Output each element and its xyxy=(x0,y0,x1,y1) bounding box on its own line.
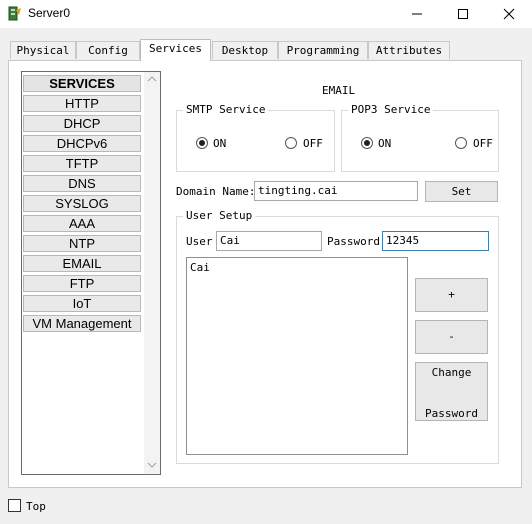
service-http[interactable]: HTTP xyxy=(23,95,141,112)
remove-user-button[interactable]: - xyxy=(415,320,488,354)
change-password-line1: Change xyxy=(431,366,472,379)
smtp-on-radio[interactable] xyxy=(196,137,208,149)
user-setup-title: User Setup xyxy=(183,209,256,222)
tab-services[interactable]: Services xyxy=(140,39,211,61)
pop3-on-radio[interactable] xyxy=(361,137,373,149)
minimize-button[interactable] xyxy=(394,0,440,28)
services-header: SERVICES xyxy=(23,75,141,92)
pop3-on-label: ON xyxy=(378,137,392,150)
smtp-service-title: SMTP Service xyxy=(183,103,269,116)
domain-name-input[interactable]: tingting.cai xyxy=(254,181,418,201)
pop3-off-label: OFF xyxy=(473,137,493,150)
user-list-item[interactable]: Cai xyxy=(190,261,210,274)
change-password-button[interactable]: Change Password xyxy=(415,362,488,421)
app-icon xyxy=(8,6,22,22)
service-email[interactable]: EMAIL xyxy=(23,255,141,272)
service-ntp[interactable]: NTP xyxy=(23,235,141,252)
service-aaa[interactable]: AAA xyxy=(23,215,141,232)
user-input[interactable]: Cai xyxy=(216,231,322,251)
maximize-icon xyxy=(458,9,468,19)
service-list-scrollbar[interactable] xyxy=(144,72,160,474)
service-syslog[interactable]: SYSLOG xyxy=(23,195,141,212)
smtp-off-radio[interactable] xyxy=(285,137,297,149)
pop3-service-title: POP3 Service xyxy=(348,103,434,116)
minimize-icon xyxy=(412,13,422,15)
add-user-button[interactable]: + xyxy=(415,278,488,312)
smtp-on-label: ON xyxy=(213,137,227,150)
tab-programming[interactable]: Programming xyxy=(278,41,368,59)
password-input[interactable]: 12345 xyxy=(382,231,489,251)
service-dhcp[interactable]: DHCP xyxy=(23,115,141,132)
top-checkbox[interactable] xyxy=(8,499,21,512)
maximize-button[interactable] xyxy=(440,0,486,28)
close-button[interactable] xyxy=(486,0,532,28)
change-password-line2: Password xyxy=(425,407,478,420)
set-button[interactable]: Set xyxy=(425,181,498,202)
email-heading: EMAIL xyxy=(322,84,356,97)
domain-name-label: Domain Name: xyxy=(176,185,256,198)
service-tftp[interactable]: TFTP xyxy=(23,155,141,172)
user-list[interactable]: Cai xyxy=(186,257,408,455)
service-iot[interactable]: IoT xyxy=(23,295,141,312)
tab-attributes[interactable]: Attributes xyxy=(368,41,450,59)
close-icon xyxy=(503,8,515,20)
tab-config[interactable]: Config xyxy=(76,41,140,59)
tab-physical[interactable]: Physical xyxy=(10,41,76,59)
service-dns[interactable]: DNS xyxy=(23,175,141,192)
pop3-off-radio[interactable] xyxy=(455,137,467,149)
scroll-down-icon[interactable] xyxy=(147,462,157,468)
smtp-off-label: OFF xyxy=(303,137,323,150)
service-ftp[interactable]: FTP xyxy=(23,275,141,292)
title-bar: Server0 xyxy=(0,0,532,28)
user-label: User xyxy=(186,235,213,248)
password-label: Password xyxy=(327,235,380,248)
top-label: Top xyxy=(26,500,46,513)
service-dhcpv6[interactable]: DHCPv6 xyxy=(23,135,141,152)
tab-desktop[interactable]: Desktop xyxy=(212,41,278,59)
scroll-up-icon[interactable] xyxy=(147,76,157,82)
window-title: Server0 xyxy=(28,6,71,20)
service-vm-management[interactable]: VM Management xyxy=(23,315,141,332)
